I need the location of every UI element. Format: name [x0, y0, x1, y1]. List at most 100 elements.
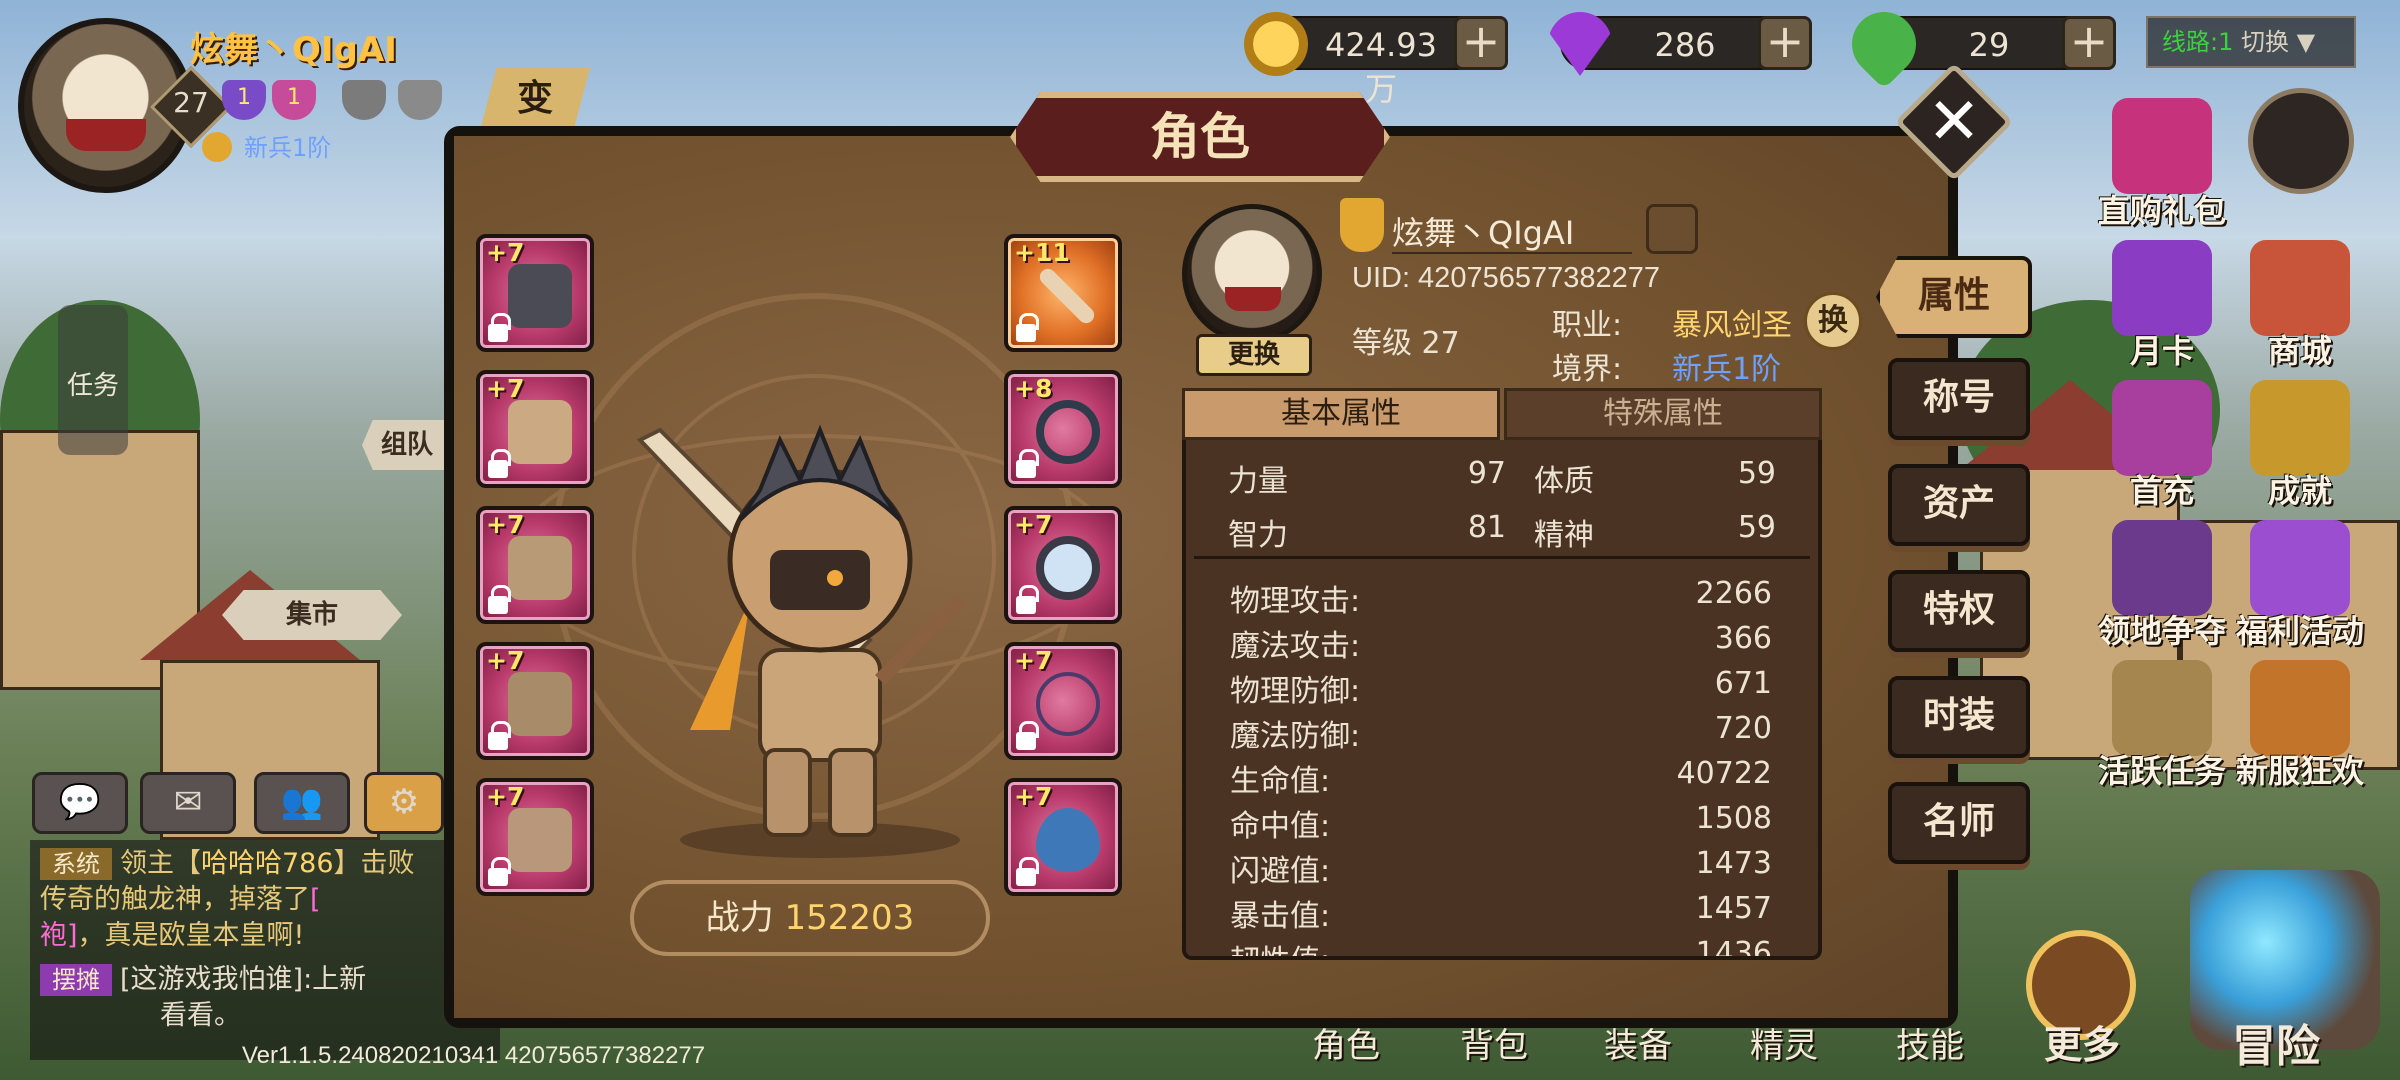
chat-player-link[interactable]: 哈哈哈786 — [201, 848, 334, 879]
equip-slot-helmet[interactable]: +7 — [476, 234, 594, 352]
stat-name: 精神 — [1534, 518, 1594, 553]
lock-icon — [1016, 313, 1039, 342]
stat-value: 720 — [1714, 711, 1772, 746]
stat-value: 81 — [1467, 510, 1506, 545]
lock-icon — [488, 721, 511, 750]
collapse-menu-icon[interactable] — [2248, 88, 2354, 194]
equip-slot-legs[interactable]: +7 — [476, 642, 594, 760]
add-gem-button[interactable]: + — [1758, 16, 1812, 70]
stall-tag: 摆摊 — [40, 964, 112, 996]
tab-attributes[interactable]: 属性 — [1876, 256, 2032, 338]
level-label: 等级 — [1352, 326, 1412, 361]
rename-feather-icon[interactable] — [1646, 204, 1698, 254]
gem-currency: 286 + — [1548, 12, 1812, 76]
stat-name: 智力 — [1228, 518, 1288, 553]
equip-slot-chest[interactable]: +7 — [476, 506, 594, 624]
welfare-label: 福利活动 — [2235, 612, 2364, 650]
player-rank: 新兵1阶 — [244, 134, 332, 162]
nav-more[interactable]: 更多 — [2044, 1014, 2120, 1069]
new-server-icon[interactable] — [2250, 660, 2350, 756]
shop-icon[interactable] — [2250, 240, 2350, 336]
tab-assets[interactable]: 资产 — [1888, 464, 2030, 546]
chat-item-link[interactable]: [ — [310, 884, 321, 915]
gift-pack-icon[interactable] — [2112, 98, 2212, 194]
welfare-gift-icon[interactable] — [2250, 520, 2350, 616]
chat-text: 传奇的触龙神，掉落了 — [40, 884, 310, 915]
shop-label: 商城 — [2267, 332, 2332, 370]
route-value: 1 — [2218, 28, 2234, 56]
enhance-level: +7 — [1014, 782, 1053, 811]
tab-special-attributes[interactable]: 特殊属性 — [1504, 388, 1822, 440]
add-stamina-button[interactable]: + — [2062, 16, 2116, 70]
change-avatar-button[interactable]: 更换 — [1196, 334, 1312, 376]
territory-icon[interactable] — [2112, 520, 2212, 616]
gold-coin-icon — [1244, 12, 1308, 76]
transform-button[interactable]: 变 — [480, 68, 590, 130]
settings-button[interactable]: ⚙ — [364, 772, 444, 834]
close-icon[interactable]: ✕ — [1912, 80, 1996, 164]
nav-adventure[interactable]: 冒险 — [2232, 1010, 2320, 1074]
chat-button[interactable]: 💬 — [32, 772, 128, 834]
stat-value: 59 — [1737, 510, 1776, 545]
switch-job-button[interactable]: 换 — [1804, 292, 1862, 350]
attribute-list[interactable]: 力量 97 体质 59 智力 81 精神 59 物理攻击: 2266 魔法攻击:… — [1182, 440, 1822, 960]
new-server-label: 新服狂欢 — [2235, 752, 2364, 790]
equip-slot-necklace[interactable]: +7 — [1004, 642, 1122, 760]
tab-titles[interactable]: 称号 — [1888, 358, 2030, 440]
add-gold-button[interactable]: + — [1454, 16, 1508, 70]
equip-slot-boots[interactable]: +7 — [476, 778, 594, 896]
tab-basic-attributes[interactable]: 基本属性 — [1182, 388, 1500, 440]
market-sign[interactable]: 集市 — [222, 590, 402, 640]
job-label: 职业: — [1552, 308, 1623, 343]
stat-name: 生命值: — [1230, 764, 1331, 799]
equip-slot-shoulder[interactable]: +7 — [476, 370, 594, 488]
stat-value: 2266 — [1695, 576, 1772, 611]
stat-name: 力量 — [1228, 464, 1288, 499]
stat-name: 体质 — [1534, 464, 1594, 499]
stat-value: 1473 — [1695, 846, 1772, 881]
combat-power-value: 152203 — [784, 898, 915, 938]
lock-icon — [1016, 857, 1039, 886]
stat-name: 暴击值: — [1230, 899, 1331, 934]
task-button[interactable]: 任务 — [58, 305, 128, 455]
boots-icon — [508, 808, 572, 872]
enhance-level: +7 — [486, 238, 525, 267]
equip-slot-amulet[interactable]: +7 — [1004, 778, 1122, 896]
team-button[interactable]: 组队 — [362, 420, 452, 470]
lock-icon — [1016, 585, 1039, 614]
lock-icon — [1016, 721, 1039, 750]
stat-name: 物理防御: — [1230, 674, 1361, 709]
first-charge-icon[interactable] — [2112, 380, 2212, 476]
equip-slot-bracer[interactable]: +8 — [1004, 370, 1122, 488]
mail-button[interactable]: ✉ — [140, 772, 236, 834]
enhance-level: +11 — [1014, 238, 1070, 267]
shoulder-armor-icon — [508, 400, 572, 464]
combat-power: 战力 152203 — [630, 880, 990, 956]
daily-task-icon[interactable] — [2112, 660, 2212, 756]
gift-pack-label: 直购礼包 — [2097, 192, 2226, 230]
route-switcher[interactable]: 线路:1 切换 ▼ — [2146, 16, 2356, 68]
amulet-icon — [1036, 808, 1100, 872]
chat-item-link[interactable]: 袍] — [40, 920, 78, 951]
realm-value: 新兵1阶 — [1672, 352, 1782, 387]
tab-privileges[interactable]: 特权 — [1888, 570, 2030, 652]
version-text: Ver1.1.5.240820210341 420756577382277 — [242, 1042, 706, 1069]
enhance-level: +7 — [1014, 646, 1053, 675]
chevron-down-icon: ▼ — [2296, 28, 2316, 56]
friends-button[interactable]: 👥 — [254, 772, 350, 834]
stat-name: 闪避值: — [1230, 854, 1331, 889]
stat-name: 韧性值: — [1230, 936, 1330, 956]
tab-fashion[interactable]: 时装 — [1888, 676, 2030, 758]
stats-divider — [1194, 556, 1810, 559]
achievement-trophy-icon[interactable] — [2250, 380, 2350, 476]
chat-text: [这游戏我怕谁]:上新 — [120, 964, 367, 995]
chat-log[interactable]: 系统 领主【哈哈哈786】击败 传奇的触龙神，掉落了[ 袍]，真是欧皇本皇啊! 摆… — [30, 840, 500, 1060]
lock-icon — [488, 585, 511, 614]
system-tag: 系统 — [40, 848, 112, 880]
equip-slot-weapon[interactable]: +11 — [1004, 234, 1122, 352]
equip-slot-ring[interactable]: +7 — [1004, 506, 1122, 624]
achievement-label: 成就 — [2267, 472, 2332, 510]
monthly-card-icon[interactable] — [2112, 240, 2212, 336]
tab-mentor[interactable]: 名师 — [1888, 782, 2030, 864]
chat-text: ，真是欧皇本皇啊! — [77, 920, 305, 951]
